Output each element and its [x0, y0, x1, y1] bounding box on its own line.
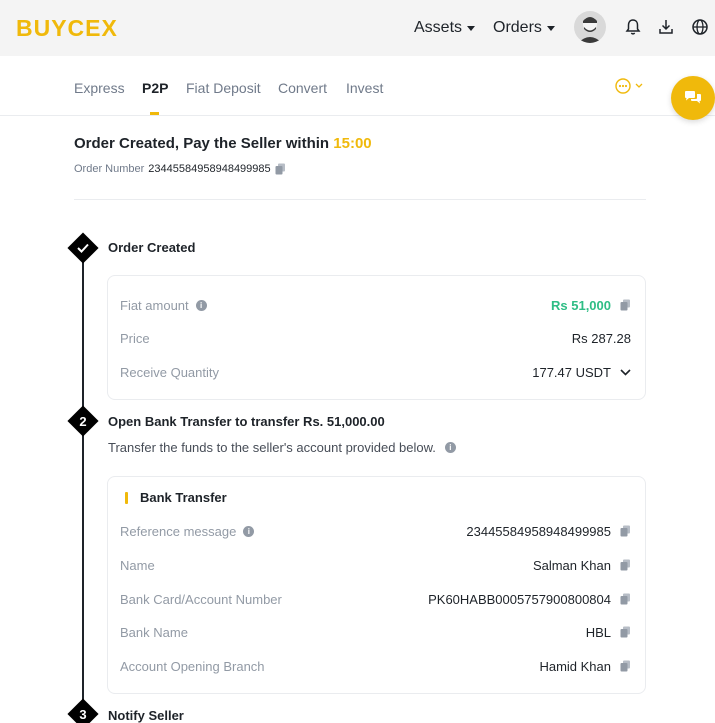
avatar[interactable] [574, 11, 606, 43]
caret-down-icon [546, 25, 555, 31]
order-number-label: Order Number [74, 163, 145, 175]
price-row: Price Rs 287.28 [120, 328, 631, 348]
chat-button[interactable] [671, 76, 715, 120]
download-icon[interactable] [657, 18, 675, 36]
reference-message-value: 23445584958948499985 [466, 523, 611, 539]
tab-express[interactable]: Express [74, 80, 125, 96]
step-2-title: Open Bank Transfer to transfer Rs. 51,00… [108, 414, 385, 429]
top-bar: BUYCEX Assets Orders [0, 0, 715, 56]
caret-down-icon [467, 25, 476, 31]
copy-icon[interactable] [620, 593, 631, 605]
chevron-down-icon [635, 83, 643, 88]
assets-menu[interactable]: Assets [414, 19, 476, 37]
step-2-number: 2 [79, 413, 87, 429]
account-number-value: PK60HABB0005757900800804 [428, 591, 611, 607]
bank-transfer-heading-text: Bank Transfer [140, 490, 227, 505]
price-value: Rs 287.28 [571, 330, 631, 346]
timeline-line [82, 248, 84, 723]
logo-x: X [101, 15, 118, 41]
p2p-tabs: Express P2P Fiat Deposit Convert Invest [0, 56, 715, 116]
step-3-number: 3 [79, 706, 87, 722]
step-1-title: Order Created [108, 240, 196, 255]
tab-invest[interactable]: Invest [346, 80, 383, 96]
copy-icon[interactable] [620, 525, 631, 537]
more-dots-icon [615, 78, 631, 94]
fiat-amount-label: Fiat amount [120, 297, 189, 313]
branch-label: Account Opening Branch [120, 658, 265, 674]
info-icon[interactable]: i [243, 525, 255, 537]
copy-icon[interactable] [620, 559, 631, 571]
active-tab-indicator [150, 112, 159, 115]
tab-fiat-deposit[interactable]: Fiat Deposit [186, 80, 261, 96]
tab-convert[interactable]: Convert [278, 80, 327, 96]
copy-icon[interactable] [620, 660, 631, 672]
step-2-subtitle: Transfer the funds to the seller's accou… [108, 440, 456, 455]
logo[interactable]: BUYCEX [16, 15, 118, 42]
chevron-down-icon[interactable] [620, 368, 631, 376]
name-row: Name Salman Khan [120, 555, 631, 575]
copy-icon[interactable] [275, 163, 286, 175]
name-value: Salman Khan [532, 557, 611, 573]
receive-quantity-value: 177.47 USDT [532, 364, 611, 380]
logo-text: BUYCE [16, 15, 102, 41]
chat-icon [685, 91, 701, 104]
branch-value: Hamid Khan [539, 658, 611, 674]
orders-menu-label: Orders [493, 19, 542, 36]
assets-menu-label: Assets [414, 19, 463, 36]
copy-icon[interactable] [620, 299, 631, 311]
divider [74, 199, 646, 200]
reference-message-row: Reference message i 23445584958948499985 [120, 521, 631, 541]
step-3-title: Notify Seller [108, 708, 184, 723]
bank-transfer-card: Bank Transfer Reference message i 2344558… [107, 476, 646, 694]
info-icon[interactable]: i [444, 442, 456, 453]
account-number-row: Bank Card/Account Number PK60HABB0005757… [120, 589, 631, 609]
order-number-row: Order Number 23445584958948499985 [74, 163, 286, 175]
countdown-timer: 15:00 [333, 135, 372, 152]
fiat-amount-value: Rs 51,000 [551, 297, 611, 313]
accent-bar [125, 491, 128, 504]
bell-icon[interactable] [624, 18, 642, 36]
order-number-value: 23445584958948499985 [148, 163, 271, 175]
check-icon [72, 237, 94, 259]
bank-name-row: Bank Name HBL [120, 622, 631, 642]
bank-name-value: HBL [585, 624, 611, 640]
order-title-text: Order Created, Pay the Seller within [74, 135, 330, 152]
branch-row: Account Opening Branch Hamid Khan [120, 656, 631, 676]
globe-icon[interactable] [691, 18, 709, 36]
tab-p2p[interactable]: P2P [142, 80, 168, 96]
bank-name-label: Bank Name [120, 624, 188, 640]
reference-message-label: Reference message [120, 523, 237, 539]
price-label: Price [120, 330, 150, 346]
more-options-button[interactable] [615, 78, 643, 94]
copy-icon[interactable] [620, 626, 631, 638]
account-number-label: Bank Card/Account Number [120, 591, 282, 607]
orders-menu[interactable]: Orders [493, 19, 555, 37]
info-icon[interactable]: i [195, 299, 207, 311]
fiat-amount-row: Fiat amount i Rs 51,000 [120, 295, 631, 315]
name-label: Name [120, 557, 155, 573]
order-summary-card: Fiat amount i Rs 51,000 Price Rs 287.28 R… [107, 275, 646, 400]
step-2-subtitle-text: Transfer the funds to the seller's accou… [108, 440, 436, 455]
receive-quantity-label: Receive Quantity [120, 364, 219, 380]
bank-transfer-heading: Bank Transfer [125, 490, 227, 505]
order-title: Order Created, Pay the Seller within 15:… [74, 135, 372, 152]
receive-quantity-row[interactable]: Receive Quantity 177.47 USDT [120, 362, 631, 382]
